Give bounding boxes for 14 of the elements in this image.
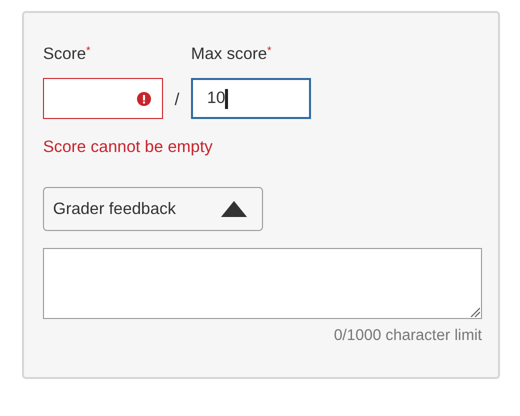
input-field[interactable]: 10: [191, 78, 311, 119]
required-mark: *: [86, 45, 90, 57]
error-message: Score cannot be empty: [43, 138, 214, 157]
field-value: 10: [207, 89, 226, 108]
field-label: Score: [43, 45, 86, 63]
required-mark: *: [267, 45, 272, 57]
character-counter: 0/1000 character limit: [334, 327, 482, 344]
input-field[interactable]: [43, 78, 163, 119]
triangle-icon: [221, 201, 247, 217]
resize-handle-icon[interactable]: [470, 307, 480, 317]
feedback-toggle[interactable]: Grader feedback: [43, 187, 263, 231]
separator-text: /: [174, 90, 180, 111]
error-icon: [137, 92, 151, 106]
field-label: Max score: [191, 45, 268, 63]
